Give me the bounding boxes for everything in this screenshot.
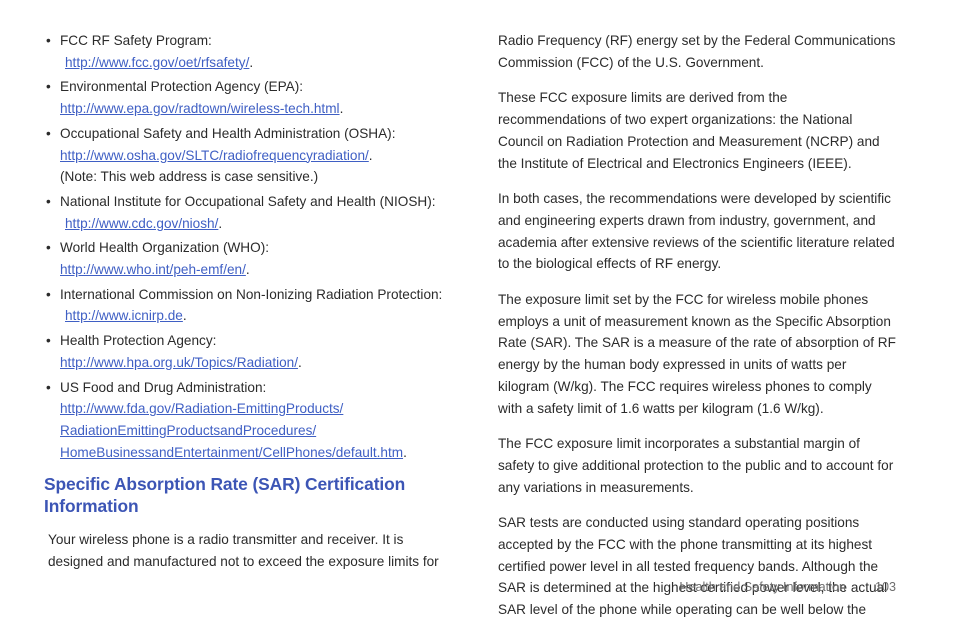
resource-url-line: http://www.fcc.gov/oet/rfsafety/. [60,52,456,74]
resource-url-link[interactable]: HomeBusinessandEntertainment/CellPhones/… [60,445,403,460]
bullet-icon: • [46,79,51,95]
resource-label: Environmental Protection Agency (EPA): [60,79,304,95]
bullet-icon: • [46,33,51,48]
resource-list-item: • US Food and Drug Administration: http://… [44,377,456,464]
resource-url-line: http://www.icnirp.de. [60,305,456,327]
right-column: Radio Frequency (RF) energy set by the F… [498,30,896,621]
footer-section-title: Health and Safety Information [679,580,846,594]
bullet-icon: • [46,286,51,302]
resource-url-link[interactable]: http://www.hpa.org.uk/Topics/Radiation/ [60,355,298,370]
document-page: • FCC RF Safety Program: http://www.fcc.go… [0,0,954,636]
resource-list-item: • FCC RF Safety Program: http://www.fcc.go… [44,30,456,73]
sentence-period: . [249,54,254,70]
page-footer: Health and Safety Information 103 [498,580,896,598]
resource-url-link[interactable]: http://www.icnirp.de [65,308,183,323]
resource-label: National Institute for Occupational Safe… [60,193,436,209]
resource-list-item: • National Institute for Occupational Saf… [44,191,456,234]
bullet-icon: • [46,333,51,349]
sentence-period: . [182,308,187,324]
sentence-period: . [298,354,302,370]
resource-list-item: • Occupational Safety and Health Administ… [44,123,456,188]
resource-url-line: http://www.osha.gov/SLTC/radiofrequencyr… [60,145,456,167]
sentence-period: . [368,147,373,163]
resource-url-link[interactable]: http://www.epa.gov/radtown/wireless-tech… [60,101,340,116]
resource-label: Health Protection Agency: [60,333,217,349]
sentence-period: . [245,262,250,278]
resource-note: (Note: This web address is case sensitiv… [60,169,319,185]
footer-page-number: 103 [874,580,896,594]
sentence-period: . [339,101,344,117]
resource-url-link[interactable]: http://www.fcc.gov/oet/rfsafety/ [65,55,249,70]
body-paragraph: These FCC exposure limits are derived fr… [498,90,880,171]
resource-label: FCC RF Safety Program: [60,33,212,48]
sentence-period: . [218,215,223,231]
body-paragraph: The FCC exposure limit incorporates a su… [498,436,894,495]
resource-label: US Food and Drug Administration: [60,379,267,395]
body-paragraph: SAR tests are conducted using standard o… [498,515,888,618]
left-column: • FCC RF Safety Program: http://www.fcc.go… [44,30,456,573]
bullet-icon: • [46,240,51,256]
resource-url-line: http://www.cdc.gov/niosh/. [60,213,456,235]
resource-url-link[interactable]: http://www.osha.gov/SLTC/radiofrequencyr… [60,148,369,163]
resource-url-line: http://www.hpa.org.uk/Topics/Radiation/. [60,352,456,374]
resource-url-line: HomeBusinessandEntertainment/CellPhones/… [60,442,456,464]
resource-url-line: http://www.epa.gov/radtown/wireless-tech… [60,98,456,120]
resource-url-line: http://www.fda.gov/Radiation-EmittingPro… [60,398,456,420]
resource-url-link[interactable]: RadiationEmittingProductsandProcedures/ [60,423,316,438]
resource-label: Occupational Safety and Health Administr… [60,125,396,141]
resource-url-link[interactable]: http://www.fda.gov/Radiation-EmittingPro… [60,401,343,416]
resource-list-item: • International Commission on Non-Ionizin… [44,284,456,327]
resource-url-link[interactable]: http://www.who.int/peh-emf/en/ [60,262,246,277]
bullet-icon: • [46,193,51,209]
resource-url-line: RadiationEmittingProductsandProcedures/ [60,420,456,442]
sentence-period: . [403,444,407,460]
resource-url-line: http://www.who.int/peh-emf/en/. [60,259,456,281]
intro-paragraph: Your wireless phone is a radio transmitt… [48,532,439,570]
resource-url-link[interactable]: http://www.cdc.gov/niosh/ [65,216,218,231]
body-paragraph: In both cases, the recommendations were … [498,191,895,272]
bullet-icon: • [46,125,51,141]
resource-label: International Commission on Non-Ionizing… [60,286,443,302]
resource-list-item: • World Health Organization (WHO): http://… [44,237,456,280]
body-paragraph: Radio Frequency (RF) energy set by the F… [498,33,896,70]
resource-list-item: • Environmental Protection Agency (EPA): h… [44,76,456,119]
section-heading-sar-certification: Specific Absorption Rate (SAR) Certifica… [44,474,406,516]
resource-list-item: • Health Protection Agency: http://www.hpa… [44,330,456,373]
bullet-icon: • [46,379,51,395]
resource-link-list: • FCC RF Safety Program: http://www.fcc.go… [44,30,456,463]
resource-label: World Health Organization (WHO): [60,240,270,256]
body-paragraph: The exposure limit set by the FCC for wi… [498,292,896,416]
